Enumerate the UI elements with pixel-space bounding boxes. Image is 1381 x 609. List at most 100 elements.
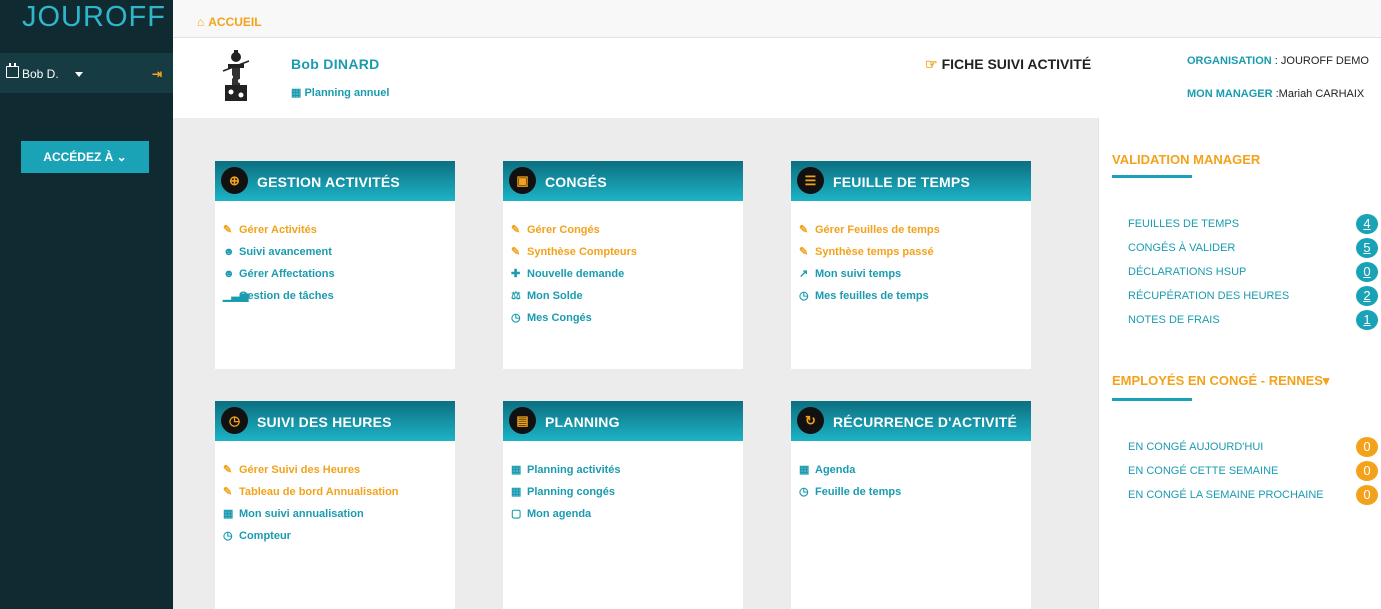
link-gestion-taches[interactable]: ▁▃▅Gestion de tâches [223, 288, 455, 310]
count-badge[interactable]: 2 [1356, 286, 1378, 306]
calendar-icon [6, 63, 19, 78]
topbar: ⌂ ACCUEIL [173, 0, 1381, 38]
link-gerer-conges[interactable]: ✎ Gérer Congés [511, 222, 743, 244]
line-chart-icon: ↗ [799, 268, 809, 280]
wrench-icon: ✎ [223, 224, 233, 236]
wrench-icon: ✎ [511, 246, 521, 258]
conge-semaine-prochaine[interactable]: EN CONGÉ LA SEMAINE PROCHAINE 0 [1128, 485, 1380, 505]
logout-icon[interactable]: ⇥ [152, 67, 162, 81]
count-badge[interactable]: 1 [1356, 310, 1378, 330]
profile-header: Bob DINARD ▦ Planning annuel ☞ FICHE SUIV… [173, 38, 1381, 118]
right-panel: VALIDATION MANAGER FEUILLES DE TEMPS 4 CO… [1098, 118, 1381, 609]
card-feuille-de-temps: ☰ FEUILLE DE TEMPS ✎ Gérer Feuilles de te… [791, 161, 1031, 369]
user-menu[interactable]: Bob D. ⇥ [0, 53, 173, 93]
link-gerer-feuilles[interactable]: ✎ Gérer Feuilles de temps [799, 222, 1031, 244]
validation-hsup[interactable]: DÉCLARATIONS HSUP 0 [1128, 262, 1380, 282]
calendar-icon: ▦ [511, 486, 522, 498]
card-recurrence-activite: ↻ RÉCURRENCE D'ACTIVITÉ ▦ Agenda ◷ Feuille… [791, 401, 1031, 609]
profile-name: Bob DINARD [291, 56, 380, 72]
breadcrumb[interactable]: ⌂ ACCUEIL [197, 15, 262, 29]
planning-annuel-link[interactable]: ▦ Planning annuel [291, 86, 389, 99]
count-badge[interactable]: 5 [1356, 238, 1378, 258]
link-feuille-de-temps[interactable]: ◷ Feuille de temps [799, 484, 1031, 506]
planning-annuel-label[interactable]: Planning annuel [304, 87, 389, 99]
link-tableau-annualisation[interactable]: ✎ Tableau de bord Annualisation [223, 484, 455, 506]
signal-icon: ▁▃▅ [223, 290, 249, 302]
refresh-icon: ↻ [797, 407, 824, 434]
conge-aujourdhui[interactable]: EN CONGÉ AUJOURD'HUI 0 [1128, 437, 1380, 457]
link-mon-suivi-temps[interactable]: ↗ Mon suivi temps [799, 266, 1031, 288]
wrench-icon: ✎ [223, 486, 233, 498]
link-gerer-affectations[interactable]: ☻ Gérer Affectations [223, 266, 455, 288]
link-planning-conges[interactable]: ▦ Planning congés [511, 484, 743, 506]
balance-icon: ⚖ [511, 290, 521, 302]
users-icon: ☻ [223, 268, 235, 280]
card-links: ✎ Gérer Feuilles de temps ✎ Synthèse temps… [791, 201, 1031, 310]
validation-conges[interactable]: CONGÉS À VALIDER 5 [1128, 238, 1380, 258]
caret-down-icon[interactable]: ▾ [1323, 373, 1330, 388]
calendar-icon: ▦ [799, 464, 810, 476]
card-conges: ▣ CONGÉS ✎ Gérer Congés ✎ Synthèse Compteu… [503, 161, 743, 369]
conge-cette-semaine[interactable]: EN CONGÉ CETTE SEMAINE 0 [1128, 461, 1380, 481]
link-mes-feuilles[interactable]: ◷ Mes feuilles de temps [799, 288, 1031, 310]
count-badge[interactable]: 4 [1356, 214, 1378, 234]
list-icon: ☰ [797, 167, 824, 194]
calendar-icon: ▦ [291, 87, 305, 99]
validation-notes-frais[interactable]: NOTES DE FRAIS 1 [1128, 310, 1380, 330]
link-gerer-activites[interactable]: ✎ Gérer Activités [223, 222, 455, 244]
validation-feuilles[interactable]: FEUILLES DE TEMPS 4 [1128, 214, 1380, 234]
link-mon-agenda[interactable]: ▢ Mon agenda [511, 506, 743, 528]
fiche-label[interactable]: FICHE SUIVI ACTIVITÉ [942, 56, 1092, 72]
card-title: PLANNING [545, 414, 620, 430]
card-gestion-activites: ⊕ GESTION ACTIVITÉS ✎ Gérer Activités ☻ Su… [215, 161, 455, 369]
app-logo[interactable]: JOUROFF [0, 0, 173, 53]
card-links: ▦ Agenda ◷ Feuille de temps [791, 441, 1031, 506]
clock-icon: ◷ [511, 312, 521, 324]
card-links: ✎ Gérer Activités ☻ Suivi avancement ☻ Gére… [215, 201, 455, 310]
clock-icon: ◷ [799, 290, 809, 302]
access-menu-button[interactable]: ACCÉDEZ À ⌄ [21, 141, 149, 173]
link-mon-solde[interactable]: ⚖ Mon Solde [511, 288, 743, 310]
card-title: FEUILLE DE TEMPS [833, 174, 970, 190]
thumb-icon: ☞ [925, 56, 938, 72]
count-badge[interactable]: 0 [1356, 461, 1378, 481]
link-compteur[interactable]: ◷ Compteur [223, 528, 455, 550]
briefcase-icon: ▣ [509, 167, 536, 194]
manager-value: :Mariah CARHAIX [1272, 88, 1365, 100]
card-title: SUIVI DES HEURES [257, 414, 392, 430]
clock-icon: ◷ [221, 407, 248, 434]
calendar-icon: ▦ [223, 508, 234, 520]
link-mon-suivi-annualisation[interactable]: ▦ Mon suivi annualisation [223, 506, 455, 528]
wrench-icon: ✎ [511, 224, 521, 236]
card-planning: ▤ PLANNING ▦ Planning activités ▦ Planning… [503, 401, 743, 609]
count-badge[interactable]: 0 [1356, 262, 1378, 282]
manager-info: MON MANAGER :Mariah CARHAIX [1187, 88, 1364, 100]
user-name-short[interactable]: Bob D. [22, 67, 59, 81]
card-links: ✎ Gérer Congés ✎ Synthèse Compteurs ✚ Nouve… [503, 201, 743, 332]
fiche-suivi-activite[interactable]: ☞ FICHE SUIVI ACTIVITÉ [925, 56, 1091, 73]
count-badge[interactable]: 0 [1356, 485, 1378, 505]
card-header: ↻ RÉCURRENCE D'ACTIVITÉ [791, 401, 1031, 441]
link-nouvelle-demande[interactable]: ✚ Nouvelle demande [511, 266, 743, 288]
count-badge[interactable]: 0 [1356, 437, 1378, 457]
chevron-down-icon[interactable] [75, 72, 83, 77]
card-header: ▤ PLANNING [503, 401, 743, 441]
link-suivi-avancement[interactable]: ☻ Suivi avancement [223, 244, 455, 266]
card-title: CONGÉS [545, 174, 607, 190]
link-agenda[interactable]: ▦ Agenda [799, 462, 1031, 484]
avatar [222, 50, 250, 101]
card-title: RÉCURRENCE D'ACTIVITÉ [833, 414, 1018, 430]
plus-icon: ✚ [511, 268, 521, 280]
link-planning-activites[interactable]: ▦ Planning activités [511, 462, 743, 484]
link-mes-conges[interactable]: ◷ Mes Congés [511, 310, 743, 332]
wrench-icon: ✎ [799, 246, 809, 258]
search-icon: ⊕ [221, 167, 248, 194]
link-synthese-temps[interactable]: ✎ Synthèse temps passé [799, 244, 1031, 266]
validation-recuperation[interactable]: RÉCUPÉRATION DES HEURES 2 [1128, 286, 1380, 306]
breadcrumb-home[interactable]: ACCUEIL [208, 15, 261, 29]
card-links: ▦ Planning activités ▦ Planning congés ▢ Mo… [503, 441, 743, 528]
users-icon: ☻ [223, 246, 235, 258]
link-gerer-suivi-heures[interactable]: ✎ Gérer Suivi des Heures [223, 462, 455, 484]
link-synthese-compteurs[interactable]: ✎ Synthèse Compteurs [511, 244, 743, 266]
employes-conge-title[interactable]: EMPLOYÉS EN CONGÉ - RENNES▾ [1112, 373, 1329, 389]
